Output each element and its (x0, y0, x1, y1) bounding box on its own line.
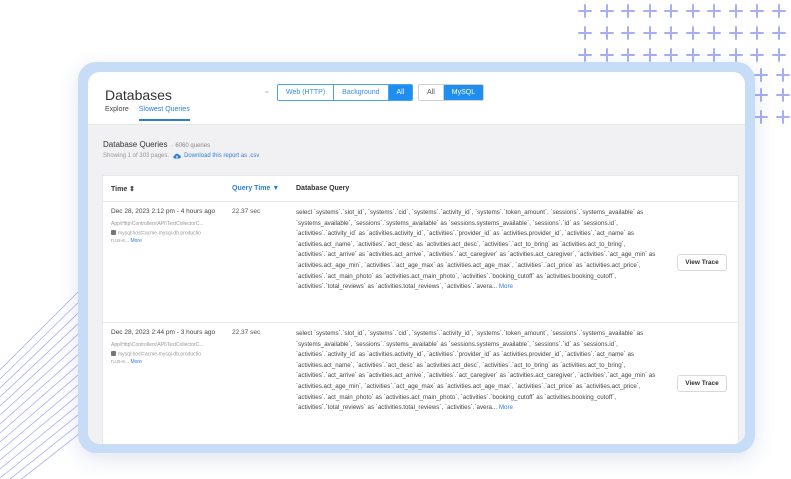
plus-decor (578, 4, 592, 18)
panel-title-text: Database Queries (103, 140, 168, 149)
plus-decor (707, 48, 721, 62)
panel-header: Database Queries · 6060 queries Showing … (103, 140, 259, 159)
row-host: mysql:host=acme-mysql-db.productio n.us-… (111, 230, 223, 245)
plus-decor (754, 88, 768, 102)
filter-background[interactable]: Background (334, 85, 389, 100)
plus-decor (621, 26, 635, 40)
download-csv-link[interactable]: Download this report as .csv (173, 153, 259, 159)
database-icon (111, 351, 116, 356)
plus-decor (750, 26, 764, 40)
row-query-time: 22.37 sec (232, 329, 261, 336)
cloud-download-icon (173, 153, 181, 159)
filter-all-sources[interactable]: All (388, 85, 413, 100)
host-more-link[interactable]: More (130, 359, 141, 365)
row-host-text: mysql:host=acme-mysql-db.productio (118, 230, 201, 237)
pagination-info: Showing 1 of 303 pages. (103, 153, 170, 159)
row-host-suffix: n.us-e... (111, 358, 130, 365)
panel-title: Database Queries · 6060 queries (103, 140, 259, 149)
hatch-line (0, 305, 86, 389)
database-icon (111, 230, 116, 235)
plus-decor (728, 48, 743, 62)
tab-slowest-queries[interactable]: Slowest Queries (138, 106, 190, 121)
plus-decor (621, 48, 635, 62)
time-cell: Dec 28, 2023 2:44 pm - 3 hours ago App\H… (111, 329, 226, 366)
row-sql: select `systems`.`slot_id`, `systems`.`c… (296, 329, 666, 414)
sql-more-link[interactable]: More (499, 404, 513, 411)
host-more-link[interactable]: More (130, 238, 141, 244)
plus-decor (707, 26, 721, 40)
filter-mysql[interactable]: MySQL (443, 85, 484, 100)
filter-all-engines[interactable]: All (419, 85, 444, 100)
row-host-suffix: n.us-e... (111, 237, 130, 244)
row-timestamp: Dec 28, 2023 2:44 pm - 3 hours ago (111, 329, 216, 336)
plus-decor (771, 26, 786, 40)
plus-decor (707, 4, 721, 18)
plus-decor (621, 4, 635, 18)
view-trace-button[interactable]: View Trace (677, 254, 727, 271)
title-separator: - (265, 86, 269, 98)
plus-decor (750, 4, 764, 18)
row-controller: App\Http\Controllers\API\TestCollectorC.… (111, 342, 204, 348)
plus-decor (775, 110, 790, 124)
plus-decor (771, 4, 786, 18)
row-sql-text: select `systems`.`slot_id`, `systems`.`c… (296, 209, 656, 291)
plus-decor (664, 48, 678, 62)
plus-decor (642, 4, 657, 18)
engine-filter: All MySQL (418, 84, 485, 101)
hatch-line (0, 297, 83, 380)
plus-decor (642, 48, 657, 62)
source-filter: Web (HTTP) Background All (277, 84, 414, 101)
row-sql: select `systems`.`slot_id`, `systems`.`c… (296, 208, 666, 293)
query-count: · 6060 queries (171, 143, 211, 149)
plus-decor (754, 110, 768, 124)
table-row: Dec 28, 2023 2:12 pm - 4 hours ago App\H… (103, 202, 738, 323)
row-host-text: mysql:host=acme-mysql-db.productio (118, 351, 201, 358)
card-header: Databases - Web (HTTP) Background All Al… (88, 72, 745, 126)
row-timestamp: Dec 28, 2023 2:12 pm - 4 hours ago (111, 208, 216, 215)
plus-decor (728, 4, 743, 18)
hatch-line (0, 289, 81, 371)
panel-subtitle: Showing 1 of 303 pages. Download this re… (103, 153, 259, 159)
time-cell: Dec 28, 2023 2:12 pm - 4 hours ago App\H… (111, 208, 226, 245)
databases-card: Databases - Web (HTTP) Background All Al… (88, 72, 745, 444)
plus-decor (599, 48, 614, 62)
plus-decor (599, 4, 614, 18)
column-time[interactable]: Time ⇕ (111, 185, 135, 193)
download-csv-label: Download this report as .csv (184, 153, 260, 159)
plus-decor (685, 48, 700, 62)
row-query-time: 22.37 sec (232, 208, 261, 215)
column-database-query: Database Query (296, 185, 350, 192)
plus-decor (578, 26, 592, 40)
row-sql-text: select `systems`.`slot_id`, `systems`.`c… (296, 330, 656, 412)
row-controller: App\Http\Controllers\API\TestCollectorC.… (111, 221, 204, 227)
plus-decor (775, 88, 790, 102)
queries-table: Time ⇕ Query Time ▼ Database Query Dec 2… (102, 175, 739, 444)
filter-web-http[interactable]: Web (HTTP) (278, 85, 335, 100)
table-header: Time ⇕ Query Time ▼ Database Query (103, 176, 738, 202)
queries-panel: Database Queries · 6060 queries Showing … (88, 124, 745, 444)
column-query-time[interactable]: Query Time ▼ (232, 185, 279, 192)
plus-decor (685, 26, 700, 40)
tab-explore[interactable]: Explore (105, 106, 129, 121)
table-row: Dec 28, 2023 2:44 pm - 3 hours ago App\H… (103, 323, 738, 444)
plus-decor (685, 4, 700, 18)
plus-decor (599, 26, 614, 40)
view-trace-button[interactable]: View Trace (677, 375, 727, 392)
plus-decor (642, 26, 657, 40)
plus-decor (771, 48, 786, 62)
sql-more-link[interactable]: More (499, 283, 513, 290)
plus-decor (775, 68, 790, 82)
plus-decor (728, 26, 743, 40)
plus-decor (664, 4, 678, 18)
plus-decor (754, 68, 768, 82)
tab-bar: Explore Slowest Queries (105, 106, 190, 121)
plus-decor (578, 48, 592, 62)
plus-decor (664, 26, 678, 40)
row-host: mysql:host=acme-mysql-db.productio n.us-… (111, 351, 223, 366)
plus-decor (750, 48, 764, 62)
page-title: Databases (105, 87, 172, 103)
